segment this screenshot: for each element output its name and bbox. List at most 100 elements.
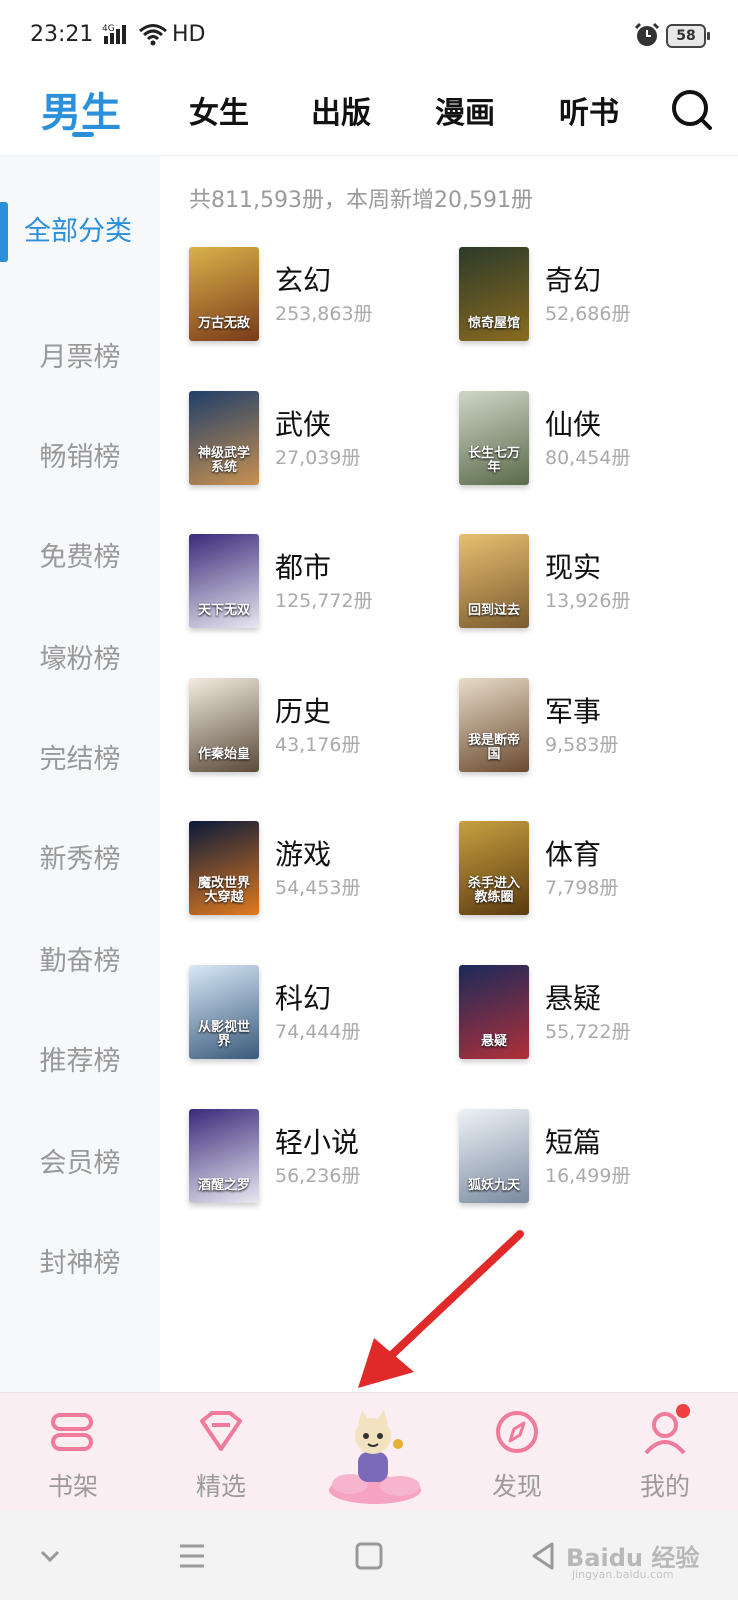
category-item[interactable]: 狐妖九天 短篇 16,499册 bbox=[459, 1109, 719, 1205]
category-item[interactable]: 悬疑 悬疑 55,722册 bbox=[459, 965, 719, 1061]
category-name: 都市 bbox=[275, 551, 332, 584]
hd-indicator: HD bbox=[172, 22, 206, 47]
category-book-count: 9,583册 bbox=[545, 734, 619, 756]
book-cover-image: 悬疑 bbox=[459, 965, 529, 1059]
category-name: 体育 bbox=[545, 838, 602, 871]
category-book-count: 54,453册 bbox=[275, 877, 361, 899]
ranking-sidebar: 全部分类 月票榜 畅销榜 免费榜 壕粉榜 完结榜 新秀榜 勤奋榜 推荐榜 会员榜… bbox=[0, 156, 160, 1392]
sidebar-item-bestseller[interactable]: 畅销榜 bbox=[0, 428, 160, 488]
category-book-count: 52,686册 bbox=[545, 303, 631, 325]
book-cover-image: 杀手进入教练圈 bbox=[459, 821, 529, 915]
category-item[interactable]: 天下无双 都市 125,772册 bbox=[189, 534, 449, 630]
category-book-count: 16,499册 bbox=[545, 1165, 631, 1187]
watermark-url: jingyan.baidu.com bbox=[572, 1568, 674, 1581]
sidebar-item-completed[interactable]: 完结榜 bbox=[0, 730, 160, 790]
system-navigation-bar: Baidu 经验 jingyan.baidu.com bbox=[0, 1510, 738, 1600]
category-name: 悬疑 bbox=[545, 982, 602, 1015]
category-item[interactable]: 魔改世界大穿越 游戏 54,453册 bbox=[189, 821, 449, 917]
category-name: 仙侠 bbox=[545, 408, 602, 441]
sidebar-item-diligent[interactable]: 勤奋榜 bbox=[0, 932, 160, 992]
notification-dot bbox=[676, 1404, 690, 1418]
sidebar-item-new-talent[interactable]: 新秀榜 bbox=[0, 830, 160, 890]
compass-icon bbox=[492, 1407, 542, 1457]
diamond-icon bbox=[196, 1407, 246, 1457]
book-cover-image: 作秦始皇 bbox=[189, 678, 259, 772]
category-item[interactable]: 酒醒之罗 轻小说 56,236册 bbox=[189, 1109, 449, 1205]
sidebar-item-recommended[interactable]: 推荐榜 bbox=[0, 1032, 160, 1092]
category-item[interactable]: 我是断帝国 军事 9,583册 bbox=[459, 678, 719, 774]
category-item[interactable]: 从影视世界 科幻 74,444册 bbox=[189, 965, 449, 1061]
book-cover-title: 杀手进入教练圈 bbox=[467, 876, 520, 905]
category-book-count: 43,176册 bbox=[275, 734, 361, 756]
tab-audiobooks[interactable]: 听书 bbox=[559, 88, 619, 132]
category-book-count: 13,926册 bbox=[545, 590, 631, 612]
sidebar-item-all-categories[interactable]: 全部分类 bbox=[0, 202, 160, 262]
home-icon[interactable] bbox=[349, 1538, 389, 1574]
active-tab-indicator bbox=[72, 132, 94, 137]
sidebar-item-top-fans[interactable]: 壕粉榜 bbox=[0, 630, 160, 690]
category-name: 玄幻 bbox=[275, 264, 332, 297]
tab-female[interactable]: 女生 bbox=[189, 88, 249, 132]
category-item[interactable]: 惊奇屋馆 奇幻 52,686册 bbox=[459, 247, 719, 343]
collapse-icon[interactable] bbox=[30, 1538, 70, 1574]
nav-label: 书架 bbox=[47, 1472, 98, 1501]
nav-discover[interactable]: 发现 bbox=[452, 1393, 582, 1511]
search-icon[interactable] bbox=[668, 86, 716, 134]
tab-comics[interactable]: 漫画 bbox=[435, 88, 495, 132]
category-book-count: 7,798册 bbox=[545, 877, 619, 899]
category-item[interactable]: 回到过去 现实 13,926册 bbox=[459, 534, 719, 630]
nav-profile[interactable]: 我的 bbox=[600, 1393, 730, 1511]
tab-male[interactable]: 男生 bbox=[41, 80, 121, 138]
book-cover-title: 惊奇屋馆 bbox=[467, 316, 520, 331]
book-cover-image: 天下无双 bbox=[189, 534, 259, 628]
book-cover-title: 从影视世界 bbox=[197, 1020, 250, 1049]
category-item[interactable]: 杀手进入教练圈 体育 7,798册 bbox=[459, 821, 719, 917]
book-cover-image: 神级武学系统 bbox=[189, 391, 259, 485]
nav-label: 精选 bbox=[195, 1472, 246, 1501]
category-name: 短篇 bbox=[545, 1126, 602, 1159]
book-cover-title: 魔改世界大穿越 bbox=[197, 876, 250, 905]
mascot-icon[interactable] bbox=[320, 1402, 430, 1512]
book-cover-title: 狐妖九天 bbox=[467, 1178, 520, 1193]
book-cover-image: 狐妖九天 bbox=[459, 1109, 529, 1203]
book-cover-title: 悬疑 bbox=[480, 1034, 507, 1049]
category-name: 武侠 bbox=[275, 408, 332, 441]
book-cover-image: 酒醒之罗 bbox=[189, 1109, 259, 1203]
signal-icon: 4G bbox=[102, 22, 132, 50]
category-book-count: 125,772册 bbox=[275, 590, 373, 612]
status-time: 23:21 bbox=[30, 22, 94, 47]
book-cover-image: 回到过去 bbox=[459, 534, 529, 628]
category-name: 轻小说 bbox=[275, 1126, 360, 1159]
menu-icon[interactable] bbox=[172, 1538, 212, 1574]
book-cover-title: 天下无双 bbox=[197, 603, 250, 618]
category-item[interactable]: 长生七万年 仙侠 80,454册 bbox=[459, 391, 719, 487]
book-cover-title: 回到过去 bbox=[467, 603, 520, 618]
book-cover-image: 我是断帝国 bbox=[459, 678, 529, 772]
tab-publishing[interactable]: 出版 bbox=[311, 88, 371, 132]
category-name: 现实 bbox=[545, 551, 602, 584]
network-type: 4G bbox=[102, 24, 115, 34]
back-icon[interactable] bbox=[524, 1538, 564, 1574]
sidebar-item-member[interactable]: 会员榜 bbox=[0, 1134, 160, 1194]
category-book-count: 80,454册 bbox=[545, 447, 631, 469]
book-cover-title: 我是断帝国 bbox=[467, 733, 520, 762]
sidebar-item-free[interactable]: 免费榜 bbox=[0, 528, 160, 588]
category-book-count: 56,236册 bbox=[275, 1165, 361, 1187]
book-cover-title: 酒醒之罗 bbox=[197, 1178, 250, 1193]
book-cover-title: 作秦始皇 bbox=[197, 747, 250, 762]
category-book-count: 55,722册 bbox=[545, 1021, 631, 1043]
category-book-count: 27,039册 bbox=[275, 447, 361, 469]
category-name: 游戏 bbox=[275, 838, 332, 871]
category-item[interactable]: 作秦始皇 历史 43,176册 bbox=[189, 678, 449, 774]
sidebar-item-legendary[interactable]: 封神榜 bbox=[0, 1234, 160, 1294]
category-name: 奇幻 bbox=[545, 264, 602, 297]
sidebar-item-monthly-ticket[interactable]: 月票榜 bbox=[0, 328, 160, 388]
nav-bookshelf[interactable]: 书架 bbox=[8, 1393, 138, 1511]
category-item[interactable]: 万古无敌 玄幻 253,863册 bbox=[189, 247, 449, 343]
category-name: 军事 bbox=[545, 695, 602, 728]
category-book-count: 253,863册 bbox=[275, 303, 373, 325]
nav-featured[interactable]: 精选 bbox=[156, 1393, 286, 1511]
nav-label: 我的 bbox=[639, 1472, 690, 1501]
category-item[interactable]: 神级武学系统 武侠 27,039册 bbox=[189, 391, 449, 487]
wifi-icon bbox=[138, 22, 168, 50]
